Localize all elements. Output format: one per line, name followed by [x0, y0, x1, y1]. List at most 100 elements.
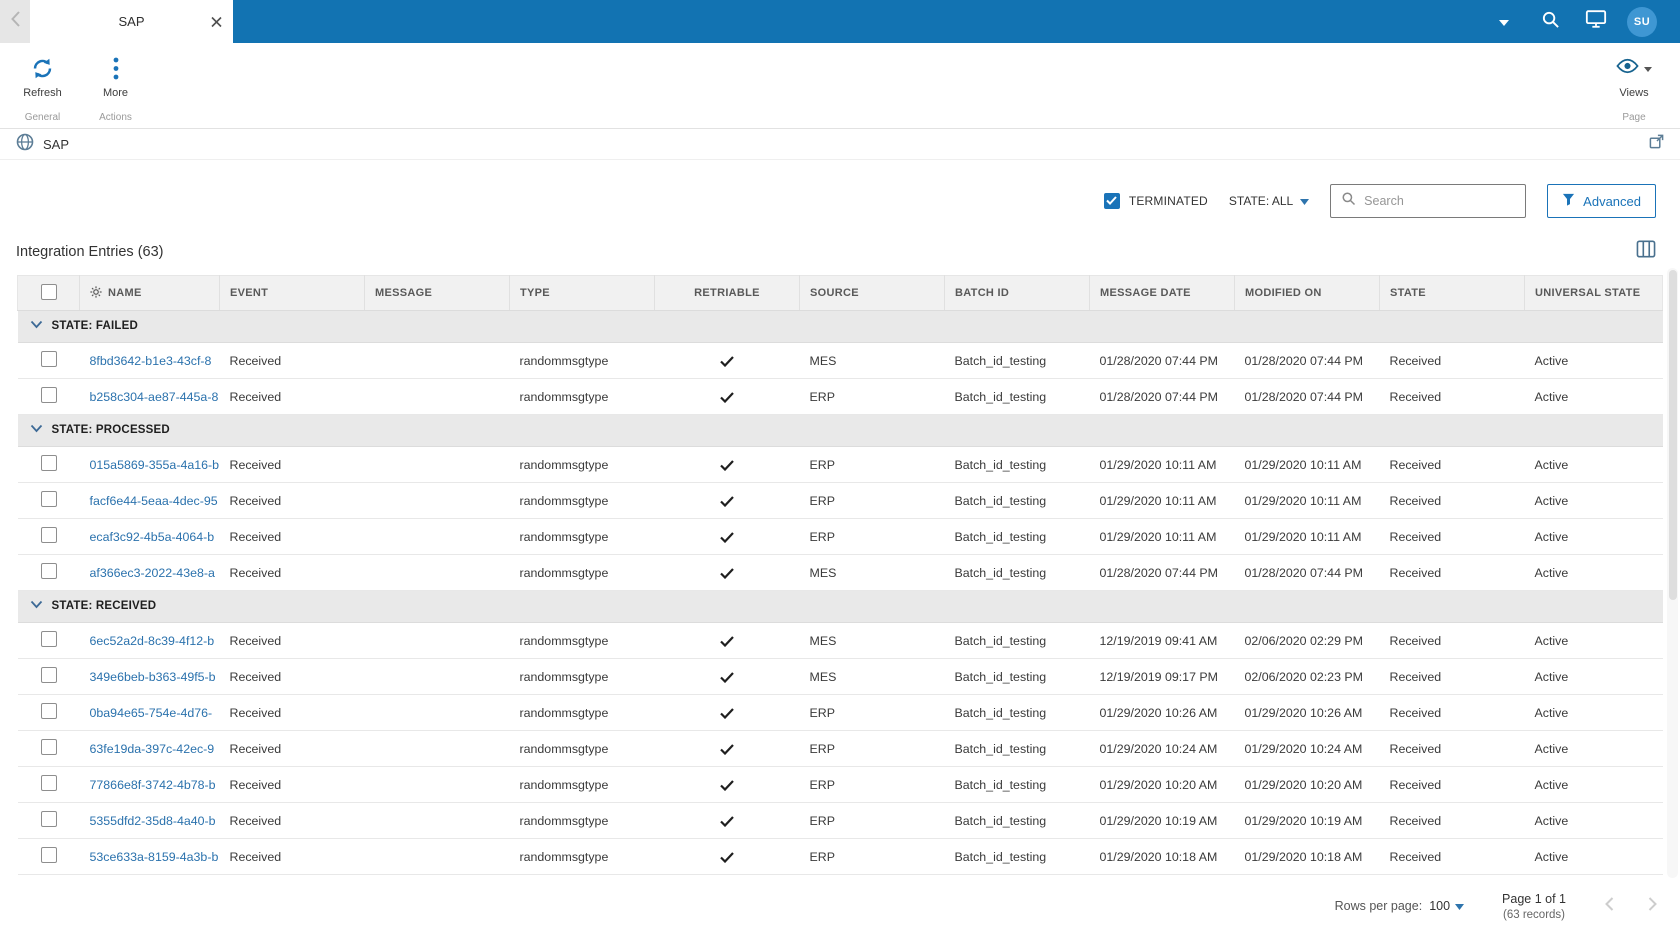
chevron-down-icon[interactable]: [30, 424, 43, 436]
row-checkbox[interactable]: [40, 455, 57, 471]
chevron-down-icon[interactable]: [30, 600, 43, 612]
entry-name-link[interactable]: 349e6beb-b363-49f5-b: [90, 670, 216, 684]
search-icon: [1341, 191, 1356, 211]
entry-name-link[interactable]: facf6e44-5eaa-4dec-95: [90, 494, 218, 508]
table-header-row: NAME EVENT MESSAGE TYPE RETRIABLE SOURCE…: [17, 275, 1663, 311]
row-checkbox[interactable]: [40, 811, 57, 827]
cell-type: randommsgtype: [509, 694, 655, 731]
state-filter-dropdown[interactable]: STATE: ALL: [1229, 194, 1310, 208]
cell-name: 63fe19da-397c-42ec-9: [79, 730, 220, 767]
row-checkbox[interactable]: [40, 703, 57, 719]
group-header-cell[interactable]: STATE: PROCESSED: [17, 414, 1663, 447]
vertical-scrollbar[interactable]: [1667, 268, 1678, 878]
column-header-modified-on[interactable]: MODIFIED ON: [1234, 275, 1380, 311]
entry-name-link[interactable]: 63fe19da-397c-42ec-9: [90, 742, 215, 756]
device-view-button[interactable]: [1573, 0, 1619, 43]
cell-type: randommsgtype: [509, 766, 655, 803]
row-select-cell: [17, 694, 80, 731]
close-icon[interactable]: [211, 16, 222, 27]
column-header-state[interactable]: STATE: [1379, 275, 1525, 311]
entry-name-link[interactable]: 77866e8f-3742-4b78-b: [90, 778, 216, 792]
row-checkbox[interactable]: [40, 847, 57, 863]
cell-name: 8fbd3642-b1e3-43cf-8: [79, 342, 220, 379]
entry-name-link[interactable]: af366ec3-2022-43e8-a: [90, 566, 215, 580]
entry-name-link[interactable]: 8fbd3642-b1e3-43cf-8: [90, 354, 212, 368]
row-checkbox[interactable]: [40, 775, 57, 791]
row-checkbox[interactable]: [40, 563, 57, 579]
column-header-message[interactable]: MESSAGE: [364, 275, 510, 311]
cell-source: ERP: [799, 378, 945, 415]
row-checkbox[interactable]: [40, 631, 57, 647]
cell-universal_state: Active: [1524, 518, 1663, 555]
chevron-down-icon[interactable]: [30, 320, 43, 332]
group-header-cell[interactable]: STATE: FAILED: [17, 310, 1663, 343]
row-checkbox[interactable]: [40, 527, 57, 543]
column-settings-button[interactable]: [1636, 240, 1656, 263]
cell-modified_on: 02/06/2020 02:29 PM: [1234, 622, 1380, 659]
dropdown-menu-button[interactable]: [1481, 0, 1527, 43]
column-header-type[interactable]: TYPE: [509, 275, 655, 311]
search-button[interactable]: [1527, 0, 1573, 43]
ribbon-group-page: Views Page: [1588, 43, 1680, 128]
cell-universal_state: Active: [1524, 342, 1663, 379]
cell-state: Received: [1379, 554, 1525, 591]
gear-icon[interactable]: [90, 285, 102, 301]
popout-button[interactable]: [1649, 134, 1664, 154]
cell-batch_id: Batch_id_testing: [944, 730, 1090, 767]
entry-name-link[interactable]: b258c304-ae87-445a-8: [90, 390, 219, 404]
rows-per-page-value[interactable]: 100: [1429, 899, 1450, 913]
cell-type: randommsgtype: [509, 518, 655, 555]
cell-source: ERP: [799, 482, 945, 519]
advanced-label: Advanced: [1583, 193, 1641, 209]
cell-message_date: 01/28/2020 07:44 PM: [1089, 378, 1235, 415]
advanced-button[interactable]: Advanced: [1547, 184, 1656, 218]
previous-page-button[interactable]: [1604, 896, 1614, 917]
cell-state: Received: [1379, 446, 1525, 483]
cell-name: 015a5869-355a-4a16-b: [79, 446, 220, 483]
column-header-universal-state[interactable]: UNIVERSAL STATE: [1524, 275, 1663, 311]
entry-name-link[interactable]: 6ec52a2d-8c39-4f12-b: [90, 634, 215, 648]
cell-event: Received: [219, 658, 365, 695]
row-checkbox[interactable]: [40, 491, 57, 507]
column-header-batch-id[interactable]: BATCH ID: [944, 275, 1090, 311]
check-icon: [1106, 194, 1118, 208]
paging-bar: Rows per page: 100 Page 1 of 1 (63 recor…: [0, 880, 1680, 932]
row-checkbox[interactable]: [40, 351, 57, 367]
entry-name-link[interactable]: ecaf3c92-4b5a-4064-b: [90, 530, 215, 544]
cell-event: Received: [219, 802, 365, 839]
chevron-left-icon: [1604, 896, 1614, 916]
entry-name-link[interactable]: 0ba94e65-754e-4d76-: [90, 706, 213, 720]
column-header-name[interactable]: NAME: [79, 275, 220, 311]
row-checkbox[interactable]: [40, 667, 57, 683]
cell-type: randommsgtype: [509, 730, 655, 767]
cell-type: randommsgtype: [509, 802, 655, 839]
cell-universal_state: Active: [1524, 622, 1663, 659]
terminated-filter[interactable]: TERMINATED: [1103, 193, 1208, 209]
cell-universal_state: Active: [1524, 730, 1663, 767]
column-header-source[interactable]: SOURCE: [799, 275, 945, 311]
scrollbar-thumb[interactable]: [1668, 270, 1677, 600]
tab-sap[interactable]: SAP: [30, 0, 233, 43]
row-checkbox[interactable]: [40, 739, 57, 755]
retriable-check-icon: [720, 634, 734, 648]
rows-per-page[interactable]: Rows per page: 100: [1335, 899, 1465, 913]
column-header-event[interactable]: EVENT: [219, 275, 365, 311]
terminated-checkbox[interactable]: [1103, 193, 1120, 209]
cell-event: Received: [219, 838, 365, 875]
back-button[interactable]: [0, 0, 30, 43]
column-header-retriable[interactable]: RETRIABLE: [654, 275, 800, 311]
group-header-cell[interactable]: STATE: RECEIVED: [17, 590, 1663, 623]
refresh-icon: [30, 55, 55, 81]
user-menu[interactable]: SU: [1619, 0, 1665, 43]
cell-batch_id: Batch_id_testing: [944, 378, 1090, 415]
row-checkbox[interactable]: [40, 387, 57, 403]
select-all-checkbox[interactable]: [40, 283, 57, 300]
column-header-message-date[interactable]: MESSAGE DATE: [1089, 275, 1235, 311]
next-page-button[interactable]: [1648, 896, 1658, 917]
row-select-cell: [17, 766, 80, 803]
entry-name-link[interactable]: 53ce633a-8159-4a3b-b: [90, 850, 219, 864]
entry-name-link[interactable]: 015a5869-355a-4a16-b: [90, 458, 220, 472]
search-input[interactable]: [1364, 194, 1516, 208]
entry-name-link[interactable]: 5355dfd2-35d8-4a40-b: [90, 814, 216, 828]
cell-source: ERP: [799, 802, 945, 839]
